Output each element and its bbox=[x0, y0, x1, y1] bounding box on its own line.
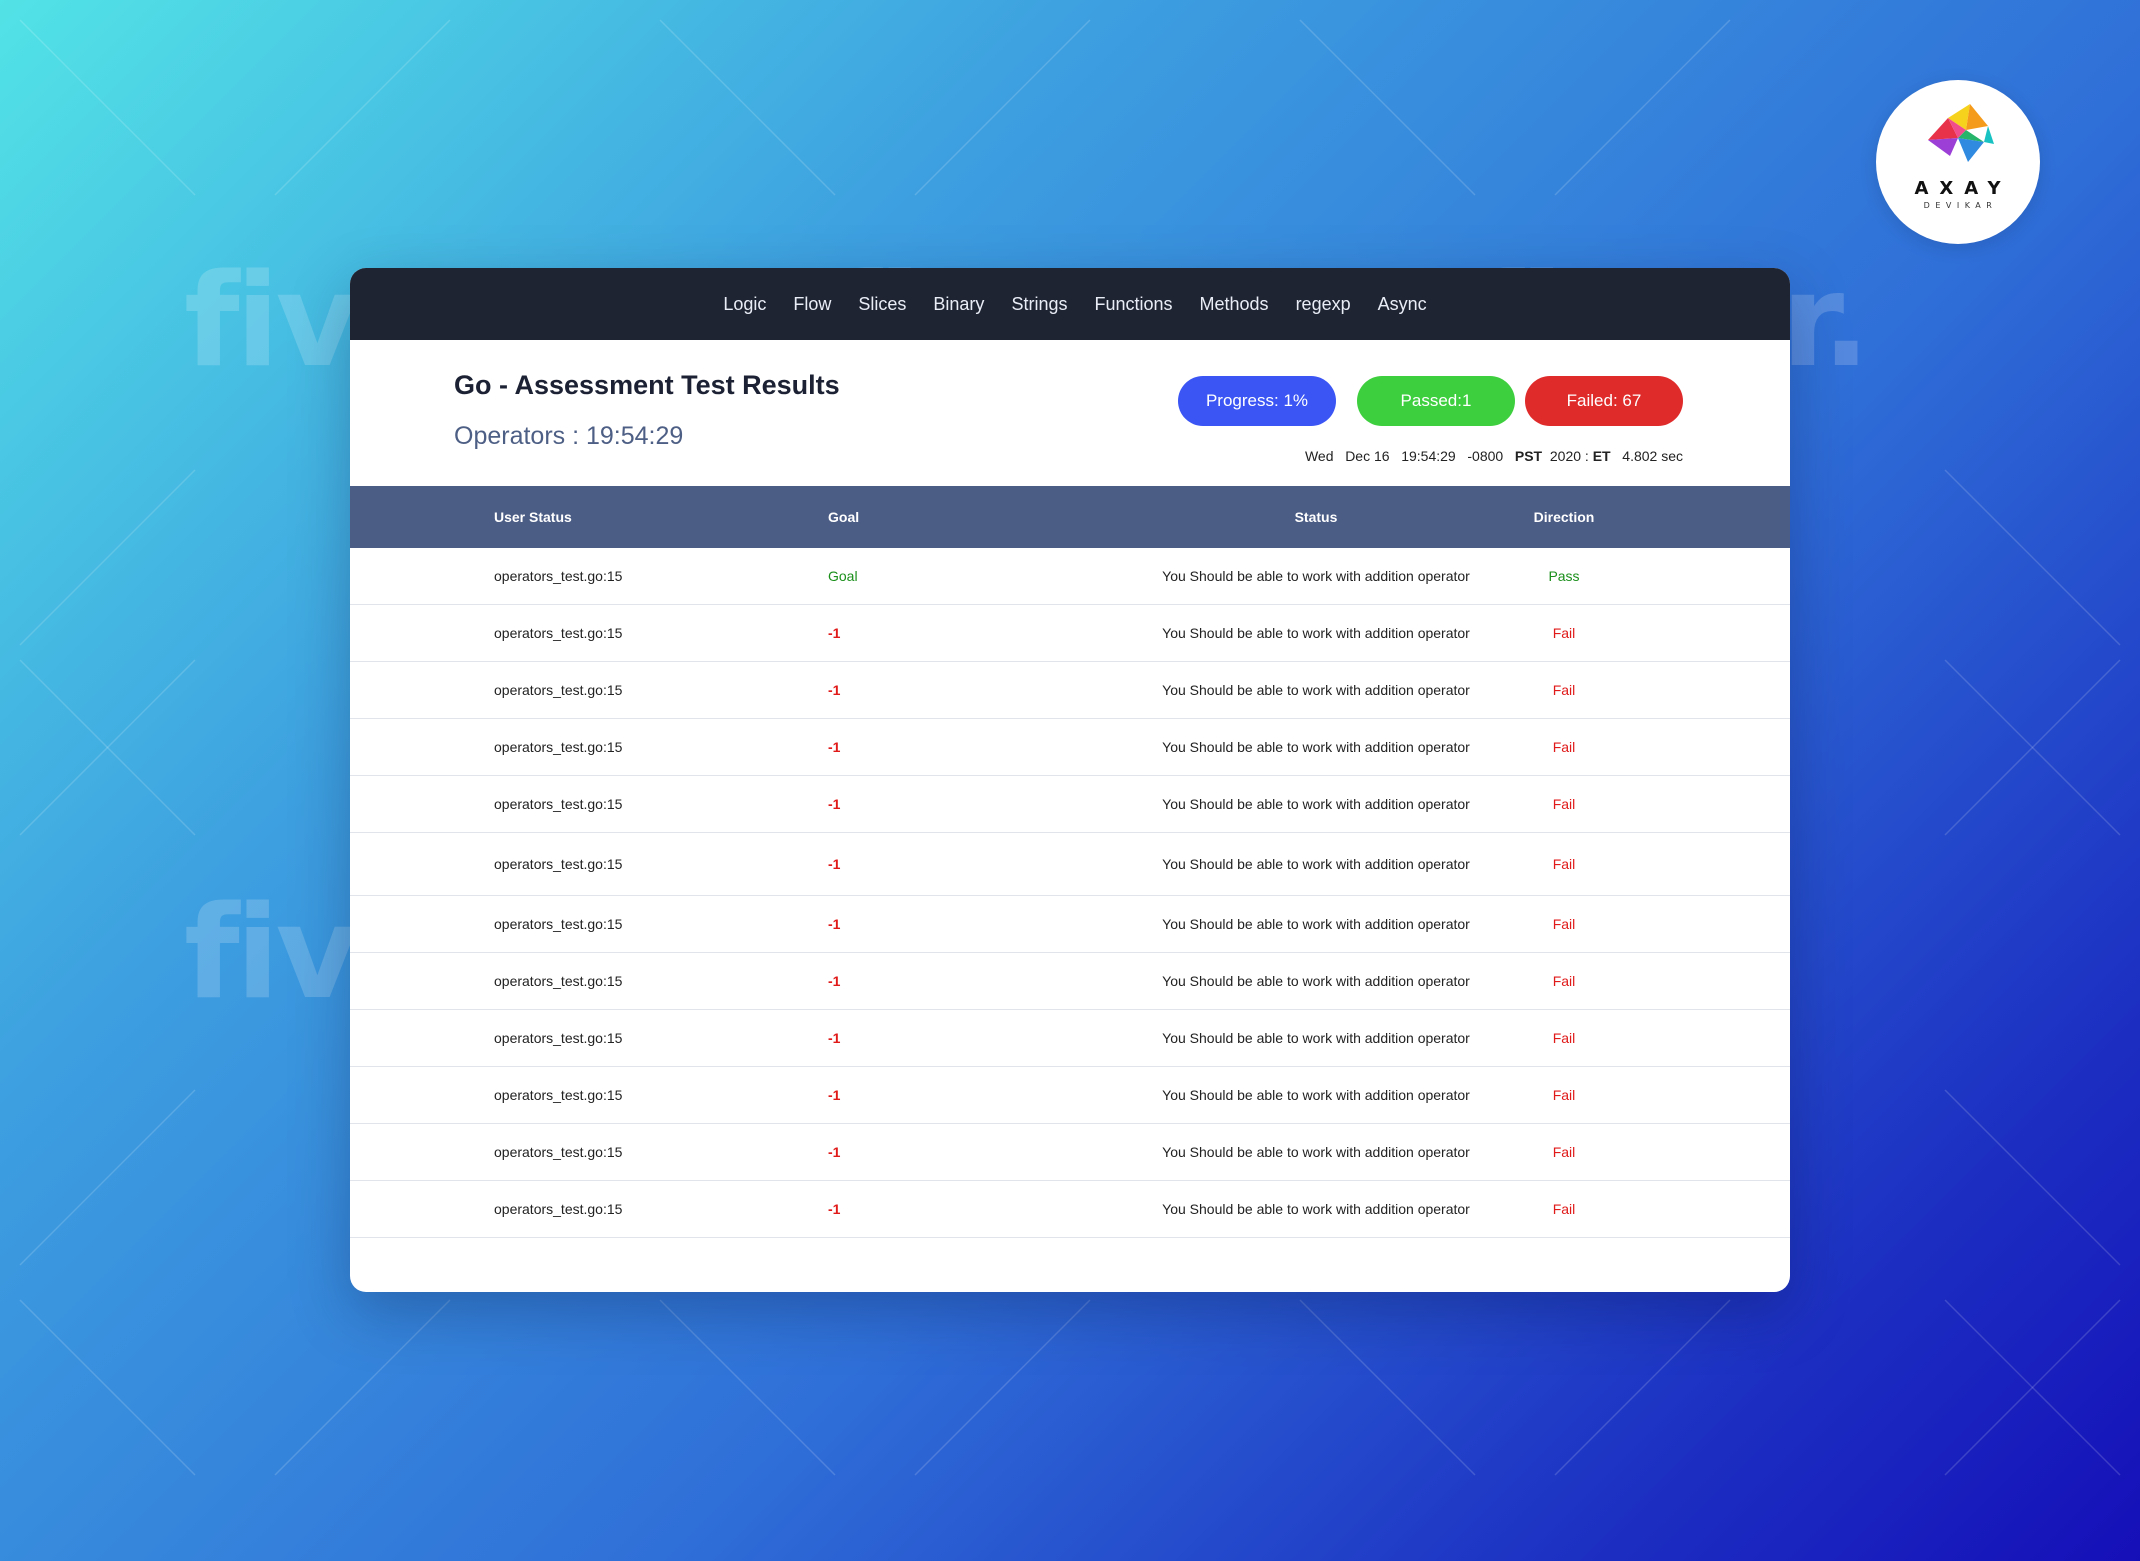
column-header-status: Status bbox=[1294, 509, 1338, 525]
nav-item-functions[interactable]: Functions bbox=[1094, 294, 1172, 315]
cell-user-status: operators_test.go:15 bbox=[494, 856, 623, 872]
logo-wordmark: AXAY bbox=[1914, 178, 2012, 199]
table-row: operators_test.go:15 -1 You Should be ab… bbox=[350, 953, 1790, 1010]
column-header-direction: Direction bbox=[1533, 509, 1595, 525]
axay-devikar-logo: AXAY DEVIKAR bbox=[1876, 80, 2040, 244]
top-navbar: Logic Flow Slices Binary Strings Functio… bbox=[350, 268, 1790, 340]
table-row: operators_test.go:15 -1 You Should be ab… bbox=[350, 776, 1790, 833]
timestamp-date: Dec 16 bbox=[1345, 448, 1390, 464]
timestamp-duration: 4.802 sec bbox=[1622, 448, 1683, 464]
table-row: operators_test.go:15 -1 You Should be ab… bbox=[350, 719, 1790, 776]
timestamp-zone2: ET bbox=[1592, 448, 1611, 464]
table-header: User Status Goal Status Direction bbox=[350, 486, 1790, 548]
column-header-goal: Goal bbox=[828, 509, 860, 525]
cell-goal: -1 bbox=[828, 682, 841, 698]
timestamp-offset: -0800 bbox=[1467, 448, 1504, 464]
timestamp-day: Wed bbox=[1304, 448, 1334, 464]
cell-goal: -1 bbox=[828, 916, 841, 932]
cell-direction: Pass bbox=[1548, 568, 1580, 584]
cell-status: You Should be able to work with addition… bbox=[1162, 973, 1470, 989]
nav-item-strings[interactable]: Strings bbox=[1011, 294, 1067, 315]
table-row: operators_test.go:15 -1 You Should be ab… bbox=[350, 896, 1790, 953]
cell-status: You Should be able to work with addition… bbox=[1162, 1087, 1470, 1103]
column-header-user-status: User Status bbox=[494, 509, 572, 525]
table-row: operators_test.go:15 Goal You Should be … bbox=[350, 548, 1790, 605]
timestamp-zone: PST bbox=[1514, 448, 1543, 464]
cell-user-status: operators_test.go:15 bbox=[494, 973, 623, 989]
failed-badge: Failed: 67 bbox=[1525, 376, 1683, 426]
cell-user-status: operators_test.go:15 bbox=[494, 1087, 623, 1103]
cell-direction: Fail bbox=[1552, 1201, 1576, 1217]
cell-user-status: operators_test.go:15 bbox=[494, 739, 623, 755]
nav-item-flow[interactable]: Flow bbox=[793, 294, 831, 315]
cell-status: You Should be able to work with addition… bbox=[1162, 856, 1470, 872]
nav-item-methods[interactable]: Methods bbox=[1200, 294, 1269, 315]
nav-menu: Logic Flow Slices Binary Strings Functio… bbox=[350, 268, 1790, 340]
cell-status: You Should be able to work with addition… bbox=[1162, 739, 1470, 755]
cell-direction: Fail bbox=[1552, 1030, 1576, 1046]
cell-direction: Fail bbox=[1552, 1087, 1576, 1103]
cell-direction: Fail bbox=[1552, 1144, 1576, 1160]
cell-direction: Fail bbox=[1552, 682, 1576, 698]
passed-badge: Passed:1 bbox=[1357, 376, 1515, 426]
nav-item-regexp[interactable]: regexp bbox=[1296, 294, 1351, 315]
cell-goal: -1 bbox=[828, 1030, 841, 1046]
fox-emblem-icon bbox=[1928, 104, 1994, 162]
cell-status: You Should be able to work with addition… bbox=[1162, 1201, 1470, 1217]
table-row: operators_test.go:15 -1 You Should be ab… bbox=[350, 1124, 1790, 1181]
cell-status: You Should be able to work with addition… bbox=[1162, 1030, 1470, 1046]
nav-item-logic[interactable]: Logic bbox=[723, 294, 766, 315]
cell-user-status: operators_test.go:15 bbox=[494, 625, 623, 641]
cell-status: You Should be able to work with addition… bbox=[1162, 682, 1470, 698]
cell-user-status: operators_test.go:15 bbox=[494, 1030, 623, 1046]
cell-direction: Fail bbox=[1552, 973, 1576, 989]
cell-status: You Should be able to work with addition… bbox=[1162, 916, 1470, 932]
cell-direction: Fail bbox=[1552, 625, 1576, 641]
cell-status: You Should be able to work with addition… bbox=[1162, 568, 1470, 584]
cell-direction: Fail bbox=[1552, 739, 1576, 755]
table-row: operators_test.go:15 -1 You Should be ab… bbox=[350, 605, 1790, 662]
cell-status: You Should be able to work with addition… bbox=[1162, 796, 1470, 812]
cell-goal: -1 bbox=[828, 1201, 841, 1217]
cell-user-status: operators_test.go:15 bbox=[494, 682, 623, 698]
cell-goal: -1 bbox=[828, 796, 841, 812]
cell-user-status: operators_test.go:15 bbox=[494, 1201, 623, 1217]
cell-status: You Should be able to work with addition… bbox=[1162, 625, 1470, 641]
cell-user-status: operators_test.go:15 bbox=[494, 796, 623, 812]
page-title: Go - Assessment Test Results bbox=[454, 370, 840, 400]
timestamp-year: 2020 : bbox=[1549, 448, 1589, 464]
table-row: operators_test.go:15 -1 You Should be ab… bbox=[350, 833, 1790, 896]
cell-direction: Fail bbox=[1552, 856, 1576, 872]
cell-goal: -1 bbox=[828, 1144, 841, 1160]
cell-user-status: operators_test.go:15 bbox=[494, 568, 623, 584]
table-row: operators_test.go:15 -1 You Should be ab… bbox=[350, 1181, 1790, 1238]
progress-badge: Progress: 1% bbox=[1178, 376, 1336, 426]
table-row: operators_test.go:15 -1 You Should be ab… bbox=[350, 662, 1790, 719]
nav-item-binary[interactable]: Binary bbox=[933, 294, 984, 315]
page-subtitle: Operators : 19:54:29 bbox=[454, 422, 684, 450]
cell-goal: -1 bbox=[828, 625, 841, 641]
timestamp-time: 19:54:29 bbox=[1401, 448, 1456, 464]
cell-direction: Fail bbox=[1552, 796, 1576, 812]
cell-direction: Fail bbox=[1552, 916, 1576, 932]
nav-item-slices[interactable]: Slices bbox=[858, 294, 906, 315]
cell-goal: -1 bbox=[828, 973, 841, 989]
results-table-body: operators_test.go:15 Goal You Should be … bbox=[350, 548, 1790, 1238]
nav-item-async[interactable]: Async bbox=[1378, 294, 1427, 315]
table-row: operators_test.go:15 -1 You Should be ab… bbox=[350, 1067, 1790, 1124]
results-card: Logic Flow Slices Binary Strings Functio… bbox=[350, 268, 1790, 1292]
cell-goal: -1 bbox=[828, 856, 841, 872]
cell-goal: -1 bbox=[828, 1087, 841, 1103]
run-timestamp: Wed Dec 16 19:54:29 -0800 PST 2020 : ET … bbox=[1305, 448, 1683, 464]
logo-subtext: DEVIKAR bbox=[1923, 201, 1998, 210]
cell-user-status: operators_test.go:15 bbox=[494, 916, 623, 932]
cell-goal: Goal bbox=[828, 568, 858, 584]
cell-status: You Should be able to work with addition… bbox=[1162, 1144, 1470, 1160]
cell-goal: -1 bbox=[828, 739, 841, 755]
table-row: operators_test.go:15 -1 You Should be ab… bbox=[350, 1010, 1790, 1067]
cell-user-status: operators_test.go:15 bbox=[494, 1144, 623, 1160]
